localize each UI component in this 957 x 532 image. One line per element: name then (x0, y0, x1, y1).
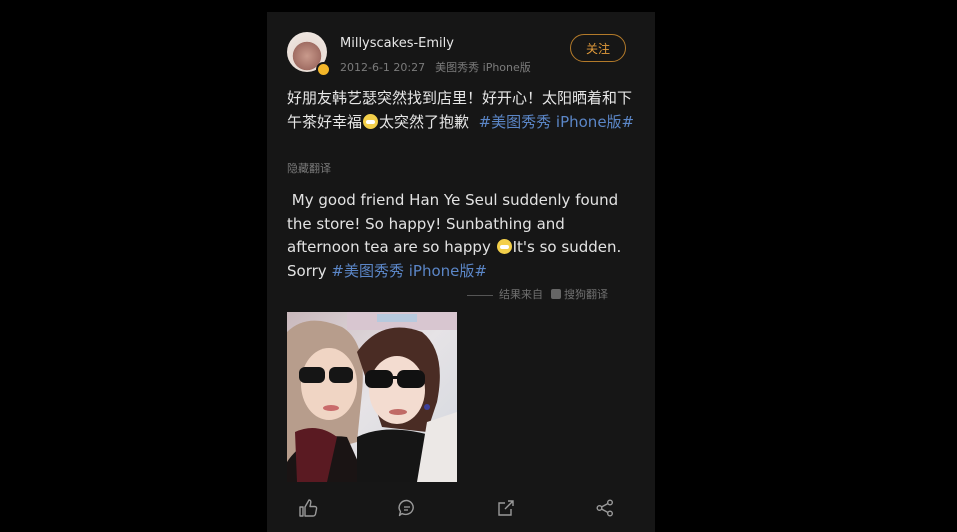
post-text: 好朋友韩艺瑟突然找到店里！好开心！太阳晒着和下午茶好幸福 太突然了抱歉 #美图秀秀… (287, 86, 637, 134)
post-photo[interactable] (287, 312, 457, 482)
post-meta: 2012-6-1 20:27 美图秀秀 iPhone版 (340, 59, 531, 75)
username[interactable]: Millyscakes-Emily (340, 36, 454, 51)
divider (467, 294, 493, 296)
post-header: Millyscakes-Emily 2012-6-1 20:27 美图秀秀 iPh… (287, 32, 637, 82)
post-card: Millyscakes-Emily 2012-6-1 20:27 美图秀秀 iPh… (267, 12, 655, 532)
post-source: 美图秀秀 iPhone版 (435, 61, 531, 74)
verified-badge-icon (316, 62, 331, 77)
hide-translation-button[interactable]: 隐藏翻译 (287, 160, 331, 176)
share-icon[interactable] (595, 498, 615, 518)
post-hashtag-link[interactable]: #美图秀秀 iPhone版# (479, 113, 635, 131)
comment-icon[interactable] (397, 498, 417, 518)
sogou-translate-icon (551, 289, 561, 299)
grin-emoji-icon (496, 239, 512, 254)
selfie-photo-image (287, 312, 457, 482)
thumbs-up-icon[interactable] (298, 498, 318, 518)
translation-source: 结果来自 搜狗翻译 (467, 286, 608, 302)
post-timestamp: 2012-6-1 20:27 (340, 61, 426, 74)
follow-button[interactable]: 关注 (570, 34, 626, 62)
post-text-tail: 太突然了抱歉 (379, 113, 470, 131)
grin-emoji-icon (363, 114, 379, 129)
translation-source-prefix: 结果来自 (499, 288, 543, 301)
translated-hashtag-link[interactable]: #美图秀秀 iPhone版# (331, 262, 487, 280)
translation-source-name: 搜狗翻译 (564, 288, 608, 301)
repost-icon[interactable] (496, 498, 516, 518)
action-toolbar (267, 490, 655, 526)
translated-text: My good friend Han Ye Seul suddenly foun… (287, 189, 637, 283)
